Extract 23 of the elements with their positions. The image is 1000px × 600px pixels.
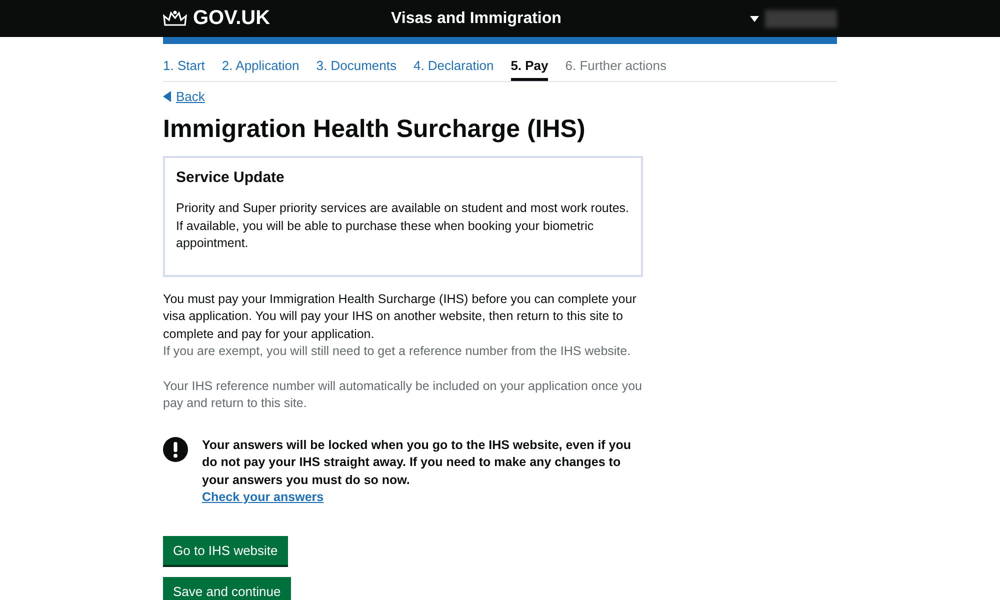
back-link[interactable]: Back xyxy=(163,89,205,104)
warning-icon xyxy=(163,436,188,462)
site-logo[interactable]: GOV.UK xyxy=(193,7,270,30)
action-button[interactable]: Go to IHS website xyxy=(163,536,288,564)
step-tab[interactable]: 1. Start xyxy=(163,57,205,81)
redacted-name xyxy=(765,10,837,28)
step-tab[interactable]: 2. Application xyxy=(222,57,300,81)
caret-icon[interactable] xyxy=(750,16,759,22)
body-text: If you are exempt, you will still need to get a reference number from the IHS website. xyxy=(163,343,632,360)
check-answers-link[interactable]: Check your answers xyxy=(202,489,324,506)
step-tab[interactable]: 3. Documents xyxy=(316,57,396,81)
body-text: You must pay your Immigration Health Surcharge (IHS) before you can complete your visa application. You will pay your IHS on another website, then return to this site to complete and pay for your application. xyxy=(163,290,638,343)
step-tab[interactable]: 4. Declaration xyxy=(413,57,494,81)
crown-icon xyxy=(163,10,187,28)
body-text: Your IHS reference number will automatically be included on your application once you pay and return to this site. xyxy=(163,378,643,412)
notice-title: Service Update xyxy=(176,169,286,186)
page-heading: Immigration Health Surcharge (IHS) xyxy=(163,115,586,144)
notice-text: Priority and Super priority services are available on student and most work routes. If available, you will be able to purchase these when booking your biometric appointment. xyxy=(176,200,630,252)
service-name: Visas and Immigration xyxy=(391,10,562,28)
step-tab[interactable]: 5. Pay xyxy=(510,57,548,81)
action-button[interactable]: Save and continue xyxy=(163,576,291,600)
warning-text: Your answers will be locked when you go to the IHS website, even if you do not pay your IHS straight away. If you need to make any changes to your answers you must do so now. xyxy=(202,436,632,489)
back-arrow-icon xyxy=(163,91,171,102)
